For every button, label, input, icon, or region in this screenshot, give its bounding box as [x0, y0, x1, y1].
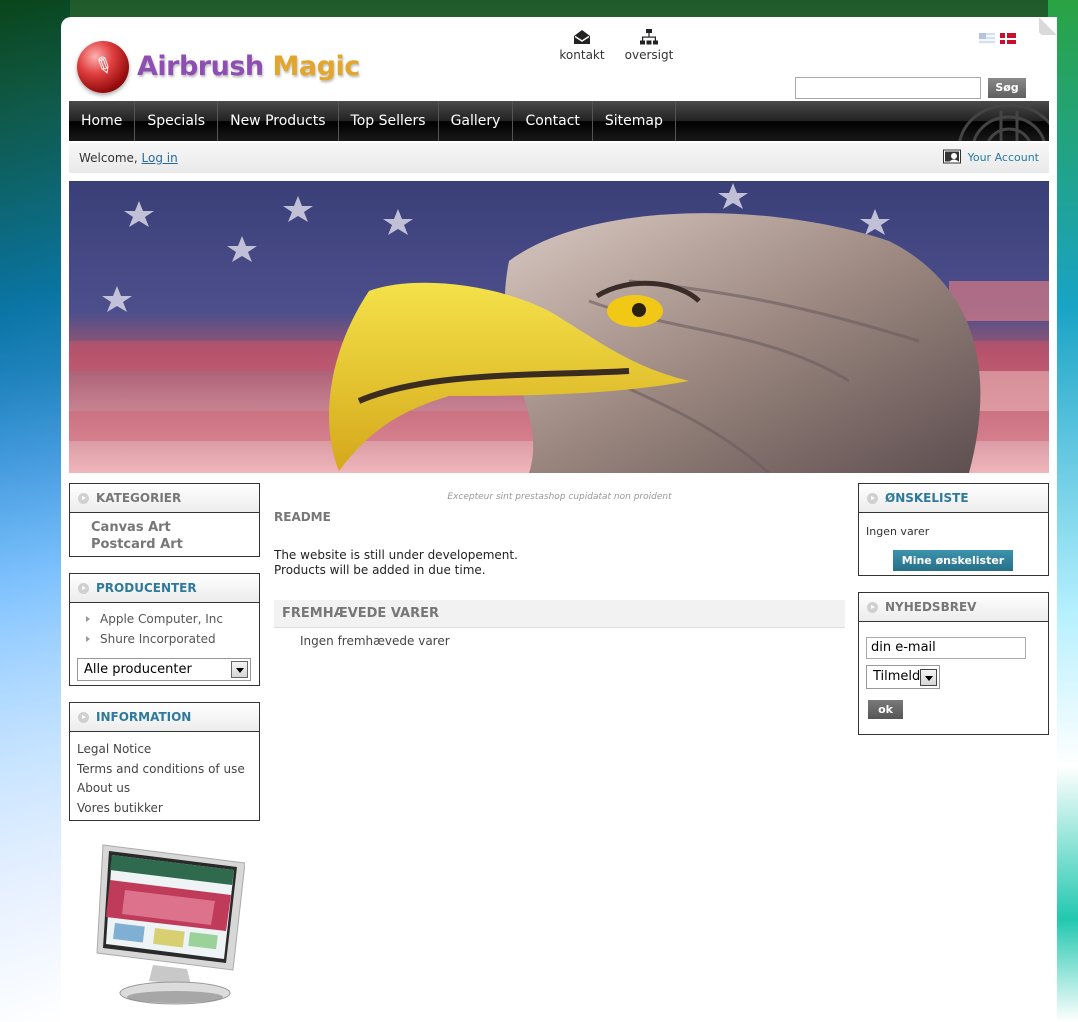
contact-label: kontakt	[559, 48, 605, 62]
readme-body: The website is still under developement.…	[274, 548, 845, 578]
categories-box: KATEGORIER Canvas Art Postcard Art	[69, 483, 260, 557]
newsletter-box: NYHEDSBREV din e-mail Tilmeld ok	[858, 592, 1049, 735]
manufacturer-select-value: Alle producenter	[84, 662, 192, 677]
bullet-icon	[78, 712, 89, 723]
newsletter-header: NYHEDSBREV	[859, 593, 1048, 622]
nav-home[interactable]: Home	[69, 101, 136, 141]
newsletter-select-value: Tilmeld	[873, 669, 921, 684]
logo-word-1: Airbrush	[137, 51, 264, 82]
categories-list: Canvas Art Postcard Art	[70, 513, 259, 553]
nav-specials[interactable]: Specials	[135, 101, 219, 141]
bullet-icon	[867, 493, 878, 504]
wishlist-header: ØNSKELISTE	[859, 484, 1048, 513]
page-container: ✎ Airbrush Magic kontakt oversigt Søg Ho…	[61, 17, 1057, 1022]
category-canvas-art[interactable]: Canvas Art	[91, 519, 259, 536]
newsletter-title: NYHEDSBREV	[885, 600, 977, 614]
background-left-glow	[0, 0, 70, 1022]
account-icon	[942, 149, 961, 164]
my-wishlists-button[interactable]: Mine ønskelister	[893, 550, 1013, 571]
readme-title: README	[274, 510, 331, 524]
logo-word-2: Magic	[272, 51, 361, 82]
readme-line-1: The website is still under developement.	[274, 548, 518, 562]
manufacturers-title: PRODUCENTER	[96, 581, 197, 595]
eagle-flag-banner	[69, 181, 1049, 473]
bullet-icon	[867, 602, 878, 613]
search-button[interactable]: Søg	[988, 78, 1026, 98]
information-title: INFORMATION	[96, 710, 192, 724]
login-link[interactable]: Log in	[142, 151, 178, 165]
page-corner-fold	[1039, 17, 1057, 35]
tagline: Excepteur sint prestashop cupidatat non …	[447, 492, 672, 502]
nav-gallery[interactable]: Gallery	[439, 101, 514, 141]
nav-contact[interactable]: Contact	[513, 101, 593, 141]
information-list: Legal Notice Terms and conditions of use…	[70, 732, 259, 818]
info-terms[interactable]: Terms and conditions of use	[77, 760, 259, 780]
bullet-icon	[78, 583, 89, 594]
welcome-message: Welcome, Log in	[79, 151, 178, 165]
danish-flag-icon[interactable]	[999, 33, 1016, 44]
dropdown-arrow-icon	[231, 661, 248, 678]
manufacturers-header: PRODUCENTER	[70, 574, 259, 603]
sitemap-label: oversigt	[624, 48, 674, 62]
manufacturer-shure[interactable]: Shure Incorporated	[86, 629, 259, 649]
nav-decoration	[958, 103, 1049, 141]
main-navigation: Home Specials New Products Top Sellers G…	[69, 101, 1049, 141]
sitemap-icon	[640, 29, 658, 45]
readme-line-2: Products will be added in due time.	[274, 563, 486, 577]
site-logo[interactable]: ✎ Airbrush Magic	[77, 41, 360, 99]
search-input[interactable]	[795, 77, 981, 99]
featured-products-header: FREMHÆVEDE VARER	[274, 600, 845, 628]
contact-link[interactable]: kontakt	[559, 29, 605, 62]
nav-new-products[interactable]: New Products	[218, 101, 339, 141]
envelope-icon	[574, 30, 590, 44]
category-postcard-art[interactable]: Postcard Art	[91, 536, 259, 553]
bullet-icon	[78, 493, 89, 504]
manufacturers-box: PRODUCENTER Apple Computer, Inc Shure In…	[69, 573, 260, 686]
information-box: INFORMATION Legal Notice Terms and condi…	[69, 702, 260, 821]
welcome-label: Welcome,	[79, 151, 138, 165]
nav-sitemap[interactable]: Sitemap	[593, 101, 676, 141]
wishlist-empty: Ingen varer	[866, 525, 930, 538]
newsletter-action-select[interactable]: Tilmeld	[866, 665, 940, 689]
categories-title: KATEGORIER	[96, 491, 182, 505]
manufacturer-apple[interactable]: Apple Computer, Inc	[86, 609, 259, 629]
info-about-us[interactable]: About us	[77, 779, 259, 799]
newsletter-email-input[interactable]: din e-mail	[866, 637, 1026, 659]
language-selector	[979, 33, 1017, 47]
categories-header: KATEGORIER	[70, 484, 259, 513]
your-account-link[interactable]: Your Account	[942, 149, 1039, 165]
info-legal-notice[interactable]: Legal Notice	[77, 740, 259, 760]
english-flag-icon[interactable]	[979, 33, 995, 44]
information-header: INFORMATION	[70, 703, 259, 732]
dropdown-arrow-icon	[920, 669, 937, 686]
nav-top-sellers[interactable]: Top Sellers	[339, 101, 439, 141]
welcome-bar: Welcome, Log in Your Account	[69, 143, 1049, 173]
your-account-label: Your Account	[967, 150, 1039, 164]
main-content: Excepteur sint prestashop cupidatat non …	[274, 483, 845, 648]
wishlist-title: ØNSKELISTE	[885, 491, 969, 505]
manufacturer-select[interactable]: Alle producenter	[77, 658, 251, 681]
monitor-illustration	[96, 844, 245, 1005]
sitemap-link[interactable]: oversigt	[623, 29, 675, 62]
info-stores[interactable]: Vores butikker	[77, 799, 259, 819]
wishlist-box: ØNSKELISTE Ingen varer Mine ønskelister	[858, 483, 1049, 576]
featured-products-empty: Ingen fremhævede varer	[300, 634, 450, 648]
newsletter-ok-button[interactable]: ok	[868, 700, 903, 719]
logo-text: Airbrush Magic	[137, 51, 360, 82]
manufacturers-list: Apple Computer, Inc Shure Incorporated	[70, 603, 259, 649]
